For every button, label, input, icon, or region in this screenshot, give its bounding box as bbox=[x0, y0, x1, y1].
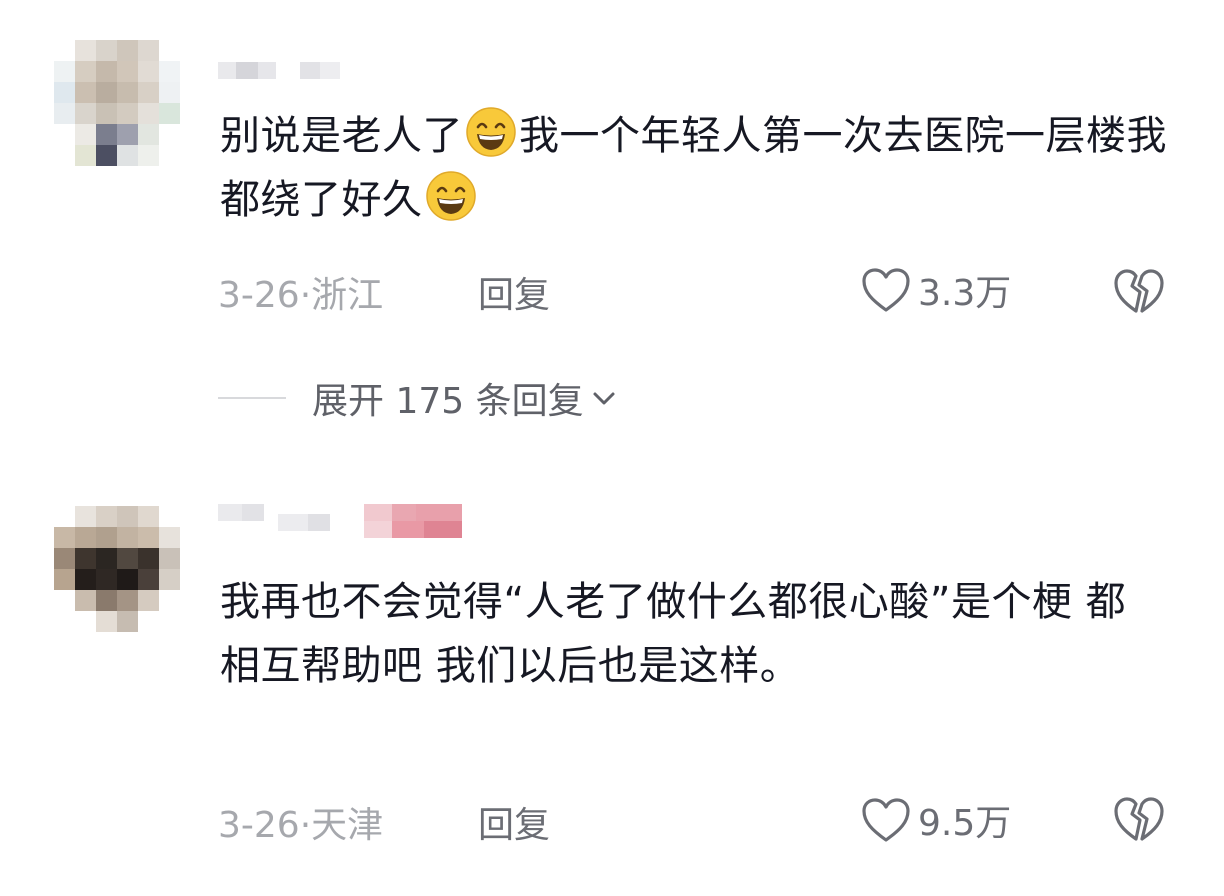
like-count: 3.3万 bbox=[918, 273, 1012, 314]
expand-replies-button[interactable]: 展开 175 条回复 bbox=[218, 372, 618, 424]
username[interactable] bbox=[218, 58, 348, 92]
comment-item: 我再也不会觉得“人老了做什么都很心酸”是个梗 都相互帮助吧 我们以后也是这样。 … bbox=[0, 470, 1224, 896]
expand-replies-label: 展开 175 条回复 bbox=[312, 381, 584, 422]
reply-button[interactable]: 回复 bbox=[478, 796, 550, 848]
avatar[interactable] bbox=[54, 40, 180, 166]
comment-item: 别说是老人了 我一个年轻人第一次去医院一层楼我都绕了好久 3-26·浙江 回复 … bbox=[0, 0, 1224, 470]
reply-button[interactable]: 回复 bbox=[478, 266, 550, 318]
comment-text: 别说是老人了 我一个年轻人第一次去医院一层楼我都绕了好久 bbox=[220, 104, 1180, 232]
broken-heart-icon[interactable] bbox=[1112, 794, 1166, 844]
date-location: 3-26·天津 bbox=[218, 805, 384, 846]
heart-outline-icon bbox=[862, 798, 910, 842]
date-location: 3-26·浙江 bbox=[218, 275, 384, 316]
username[interactable] bbox=[218, 504, 468, 538]
divider bbox=[218, 397, 286, 399]
comment-text-part: 别说是老人了 bbox=[220, 113, 463, 159]
like-button[interactable]: 3.3万 bbox=[860, 264, 1011, 316]
like-button[interactable]: 9.5万 bbox=[860, 794, 1011, 846]
like-count: 9.5万 bbox=[918, 803, 1012, 844]
broken-heart-icon[interactable] bbox=[1112, 266, 1166, 316]
avatar[interactable] bbox=[54, 506, 180, 632]
comment-text: 我再也不会觉得“人老了做什么都很心酸”是个梗 都相互帮助吧 我们以后也是这样。 bbox=[220, 579, 1127, 689]
chevron-down-icon bbox=[593, 392, 615, 405]
grinning-smiling-eyes-emoji bbox=[466, 107, 516, 157]
heart-outline-icon bbox=[862, 268, 910, 312]
grinning-smiling-eyes-emoji bbox=[425, 171, 476, 221]
